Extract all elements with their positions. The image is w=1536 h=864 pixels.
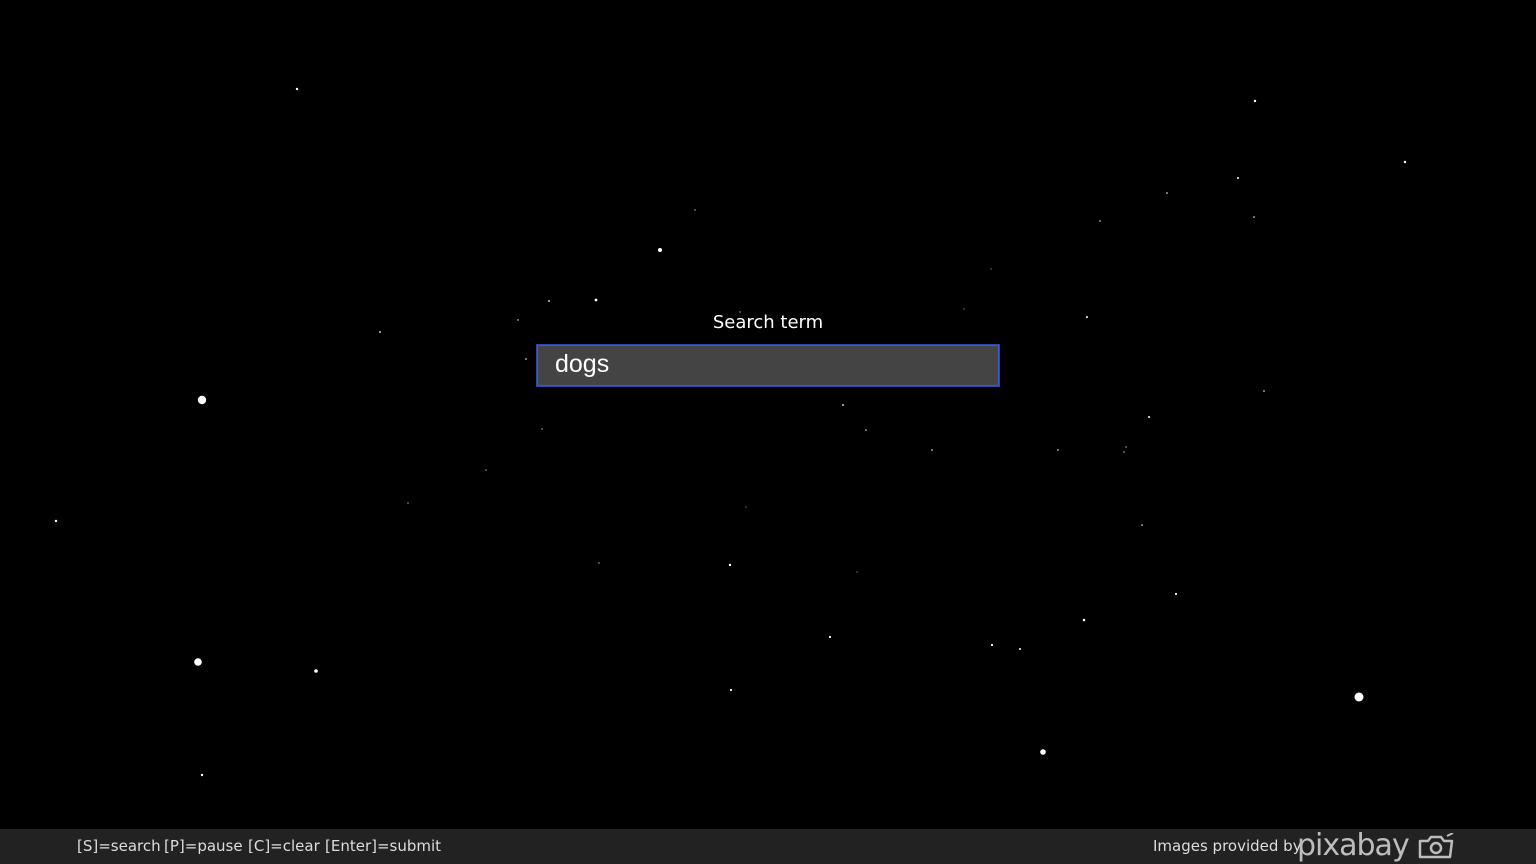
- star: [1082, 618, 1086, 622]
- hint-search: [S]=search: [77, 837, 161, 855]
- star: [1253, 99, 1257, 103]
- star: [541, 428, 543, 430]
- hint-clear: [C]=clear: [248, 837, 320, 855]
- star: [842, 404, 844, 406]
- star: [407, 502, 409, 504]
- star: [1123, 451, 1125, 453]
- star: [931, 449, 933, 451]
- credit-text: Images provided by: [1153, 837, 1302, 855]
- star: [1237, 177, 1239, 179]
- star: [197, 395, 207, 405]
- pixabay-wordmark: pixabay: [1297, 828, 1410, 863]
- star: [485, 469, 487, 471]
- star: [200, 773, 204, 777]
- search-input[interactable]: [536, 344, 1000, 387]
- star: [745, 506, 747, 508]
- star: [1166, 192, 1168, 194]
- star: [295, 87, 299, 91]
- star: [1125, 446, 1127, 448]
- star: [525, 358, 527, 360]
- star: [1086, 316, 1088, 318]
- star: [194, 658, 202, 666]
- hint-submit: [Enter]=submit: [325, 837, 442, 855]
- search-label: Search term: [712, 312, 824, 333]
- star: [990, 643, 994, 647]
- status-bar: [S]=search [P]=pause [C]=clear [Enter]=s…: [0, 829, 1536, 864]
- star: [729, 688, 733, 692]
- star: [1141, 524, 1143, 526]
- star: [1019, 648, 1021, 650]
- star: [1099, 220, 1101, 222]
- star: [1403, 160, 1407, 164]
- star: [828, 635, 832, 639]
- star: [594, 298, 598, 302]
- star: [728, 563, 732, 567]
- star: [1057, 449, 1059, 451]
- star: [517, 319, 519, 321]
- star: [990, 268, 992, 270]
- star: [856, 571, 858, 573]
- star: [694, 209, 696, 211]
- star: [1354, 692, 1364, 702]
- star: [379, 331, 381, 333]
- starfield: [54, 87, 1407, 860]
- star: [1263, 390, 1265, 392]
- star: [314, 669, 318, 673]
- star: [963, 308, 965, 310]
- star: [598, 562, 600, 564]
- star: [1174, 592, 1178, 596]
- star: [658, 248, 662, 252]
- starfield-screen: Search term [S]=search [P]=pause [C]=cle…: [0, 0, 1536, 864]
- star: [865, 429, 867, 431]
- star: [1253, 216, 1255, 218]
- star: [54, 519, 58, 523]
- star: [1040, 749, 1046, 755]
- hint-pause: [P]=pause: [164, 837, 243, 855]
- camera-icon: [1418, 833, 1454, 859]
- star: [1148, 416, 1150, 418]
- pixabay-logo[interactable]: pixabay: [1297, 830, 1455, 862]
- star: [548, 300, 550, 302]
